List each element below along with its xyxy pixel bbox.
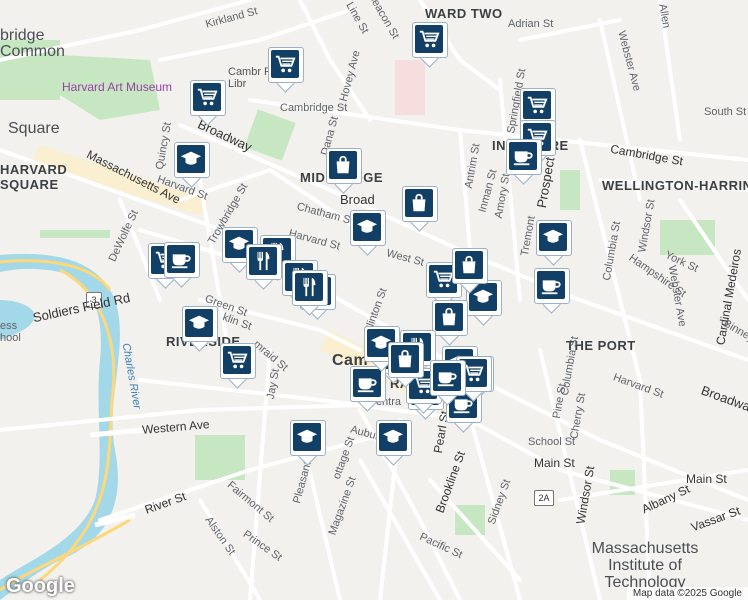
shopping-bag-marker[interactable]: [402, 186, 438, 232]
label-main-st-east: Main St: [686, 472, 727, 486]
label-wellington-harrington: WELLINGTON-HARRIN: [602, 178, 748, 193]
shopping-cart-marker[interactable]: [268, 47, 304, 93]
shopping-bag-marker[interactable]: [326, 148, 362, 194]
label-south-st: South St: [704, 106, 747, 118]
coffee-cup-marker[interactable]: [506, 139, 542, 185]
coffee-cup-marker[interactable]: [430, 360, 466, 406]
shopping-bag-icon: [391, 345, 419, 373]
coffee-cup-icon: [509, 142, 537, 170]
map-attribution[interactable]: Map data ©2025 Google: [626, 587, 748, 600]
label-hool: hool: [0, 332, 21, 344]
fork-knife-icon: [249, 247, 277, 275]
fork-knife-marker[interactable]: [292, 270, 328, 316]
shopping-cart-icon: [223, 346, 251, 374]
label-cambridge-st-west: Cambridge St: [280, 102, 348, 114]
graduation-cap-marker[interactable]: [350, 210, 386, 256]
route-2a-shield: 2A: [534, 490, 554, 506]
coffee-cup-marker[interactable]: [350, 366, 386, 412]
coffee-cup-icon: [353, 369, 381, 397]
graduation-cap-marker[interactable]: [290, 420, 326, 466]
map-view[interactable]: 3 2A Kirkland St Beacon St WARD TWO Adri…: [0, 0, 748, 600]
graduation-cap-marker[interactable]: [376, 420, 412, 466]
coffee-cup-marker[interactable]: [164, 242, 200, 288]
shopping-cart-marker[interactable]: [220, 343, 256, 389]
graduation-cap-icon: [379, 423, 407, 451]
graduation-cap-marker[interactable]: [182, 306, 218, 352]
label-broadway-mid: Broad: [340, 192, 375, 207]
shopping-cart-icon: [271, 50, 299, 78]
label-common: Common: [0, 43, 65, 60]
graduation-cap-icon: [293, 423, 321, 451]
fork-knife-marker[interactable]: [246, 244, 282, 290]
coffee-cup-icon: [537, 271, 565, 299]
shopping-bag-icon: [455, 251, 483, 279]
shopping-bag-marker[interactable]: [388, 342, 424, 388]
graduation-cap-marker[interactable]: [536, 220, 572, 266]
shopping-bag-marker[interactable]: [452, 248, 488, 294]
coffee-cup-marker[interactable]: [534, 268, 570, 314]
shopping-bag-icon: [329, 151, 357, 179]
fork-knife-icon: [295, 273, 323, 301]
shopping-cart-icon: [523, 91, 551, 119]
shopping-cart-icon: [193, 83, 221, 111]
coffee-cup-icon: [433, 363, 461, 391]
label-harvard-square-short: Square: [8, 120, 60, 137]
shopping-bag-icon: [405, 189, 433, 217]
graduation-cap-icon: [539, 223, 567, 251]
coffee-cup-icon: [167, 245, 195, 273]
graduation-cap-icon: [353, 213, 381, 241]
graduation-cap-icon: [177, 145, 205, 173]
label-harvard-art-museum: Harvard Art Museum: [62, 80, 173, 94]
shopping-bag-icon: [435, 303, 463, 331]
label-harvard-square: HARVARD SQUARE: [0, 162, 68, 192]
label-school-st: School St: [528, 436, 576, 448]
shopping-cart-marker[interactable]: [190, 80, 226, 126]
shopping-bag-marker[interactable]: [432, 300, 468, 346]
graduation-cap-marker[interactable]: [174, 142, 210, 188]
graduation-cap-icon: [185, 309, 213, 337]
shopping-cart-icon: [415, 25, 443, 53]
label-adrian-st: Adrian St: [508, 18, 554, 30]
label-main-st-west: Main St: [534, 456, 575, 470]
shopping-cart-marker[interactable]: [412, 22, 448, 68]
label-ess: ess: [0, 320, 18, 332]
label-mit: Massachusetts Institute of Technology: [591, 540, 699, 591]
label-ward-two: WARD TWO: [425, 6, 503, 21]
google-logo: Google: [6, 575, 75, 597]
